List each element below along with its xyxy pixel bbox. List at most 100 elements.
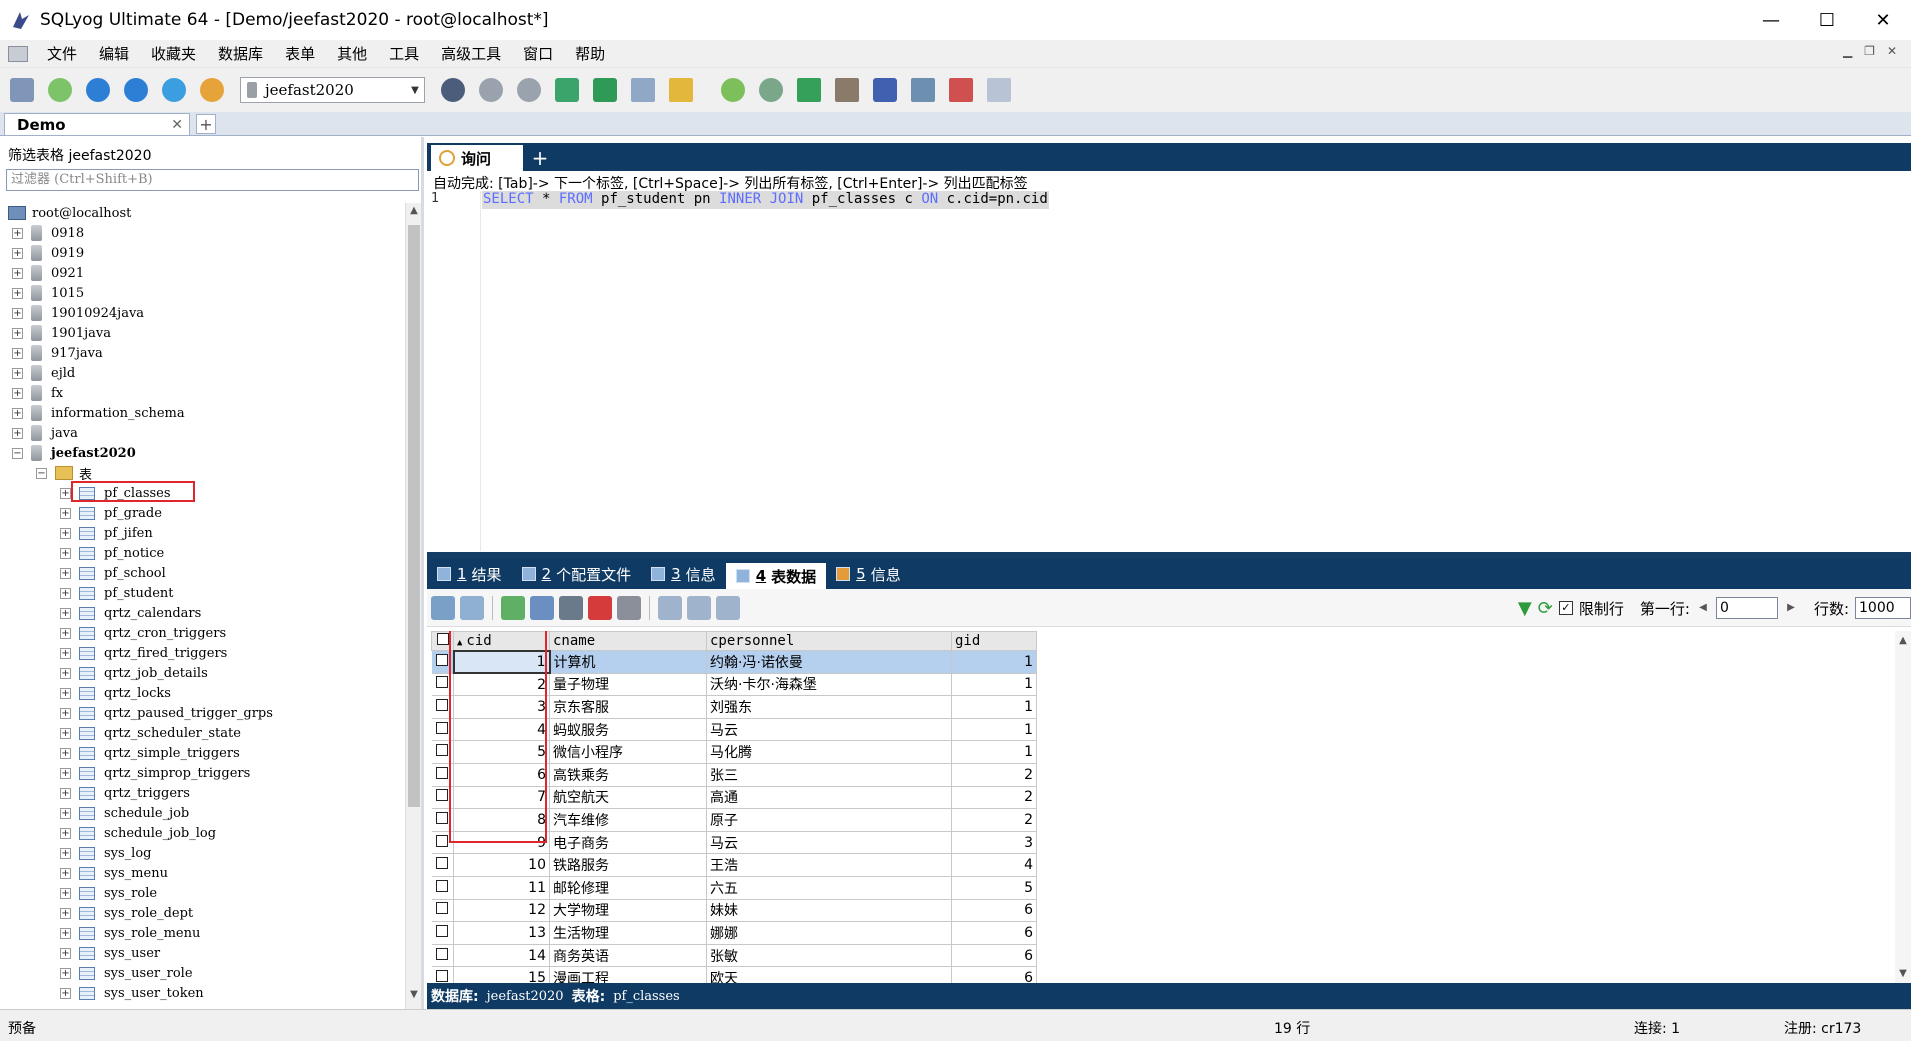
expand-icon[interactable]: + bbox=[12, 247, 23, 259]
menu-database[interactable]: 数据库 bbox=[207, 43, 274, 64]
cell-cname[interactable]: 高铁乘务 bbox=[549, 763, 707, 787]
expand-icon[interactable]: + bbox=[60, 947, 71, 959]
tree-table-item[interactable]: + schedule_job bbox=[60, 803, 189, 823]
row-checkbox[interactable] bbox=[431, 876, 454, 900]
tree-table-item[interactable]: + sys_role bbox=[60, 883, 157, 903]
cell-gid[interactable]: 5 bbox=[951, 876, 1037, 900]
expand-icon[interactable]: + bbox=[60, 867, 71, 879]
menu-table[interactable]: 表单 bbox=[274, 43, 326, 64]
cell-cid[interactable]: 11 bbox=[453, 876, 550, 900]
tree-tables-folder[interactable]: − 表 bbox=[36, 463, 92, 483]
tree-database[interactable]: +0918 bbox=[12, 223, 84, 243]
menu-advanced-tools[interactable]: 高级工具 bbox=[430, 43, 512, 64]
cell-cpersonnel[interactable]: 原子 bbox=[706, 808, 952, 832]
expand-icon[interactable]: + bbox=[60, 807, 71, 819]
schema-sync-icon[interactable] bbox=[793, 74, 825, 106]
filter-input[interactable]: 过滤器 (Ctrl+Shift+B) bbox=[6, 169, 419, 191]
tree-table-item[interactable]: + qrtz_simple_triggers bbox=[60, 743, 240, 763]
forward-icon[interactable] bbox=[120, 74, 152, 106]
cell-gid[interactable]: 6 bbox=[951, 921, 1037, 945]
row-checkbox[interactable] bbox=[431, 944, 454, 968]
table-row[interactable]: 15 漫画工程 欧天 6 bbox=[431, 966, 1037, 983]
expand-icon[interactable]: + bbox=[60, 727, 71, 739]
cell-cname[interactable]: 汽车维修 bbox=[549, 808, 707, 832]
cell-cpersonnel[interactable]: 张三 bbox=[706, 763, 952, 787]
new-connection-icon[interactable] bbox=[44, 74, 76, 106]
backup-icon[interactable] bbox=[551, 74, 583, 106]
import-dropdown-icon[interactable] bbox=[460, 595, 484, 620]
menu-edit[interactable]: 编辑 bbox=[88, 43, 140, 64]
next-page-icon[interactable]: ▶ bbox=[1784, 597, 1798, 619]
tree-table-item[interactable]: + qrtz_triggers bbox=[60, 783, 190, 803]
cell-gid[interactable]: 1 bbox=[951, 695, 1037, 719]
mdi-restore-icon[interactable]: ❐ bbox=[1864, 44, 1875, 58]
menu-other[interactable]: 其他 bbox=[326, 43, 378, 64]
menu-window[interactable]: 窗口 bbox=[512, 43, 564, 64]
scroll-up-icon[interactable]: ▲ bbox=[1895, 635, 1911, 646]
expand-icon[interactable]: + bbox=[12, 427, 23, 439]
cell-cpersonnel[interactable]: 六五 bbox=[706, 876, 952, 900]
tab-demo-connection[interactable]: Demo ✕ bbox=[4, 113, 190, 135]
back-icon[interactable] bbox=[82, 74, 114, 106]
tree-database[interactable]: + ejld bbox=[12, 363, 75, 383]
cell-cpersonnel[interactable]: 约翰·冯·诺依曼 bbox=[706, 650, 952, 674]
expand-icon[interactable]: + bbox=[60, 667, 71, 679]
mdi-close-icon[interactable]: ✕ bbox=[1887, 44, 1897, 58]
grid-mode-icon[interactable] bbox=[658, 595, 682, 620]
cell-cid[interactable]: 14 bbox=[453, 944, 550, 968]
cell-gid[interactable]: 1 bbox=[951, 718, 1037, 742]
expand-icon[interactable]: + bbox=[60, 547, 71, 559]
expand-icon[interactable]: + bbox=[60, 647, 71, 659]
cell-cname[interactable]: 商务英语 bbox=[549, 944, 707, 968]
scroll-down-icon[interactable]: ▼ bbox=[1895, 968, 1911, 979]
expand-icon[interactable]: + bbox=[60, 987, 71, 999]
expand-icon[interactable]: + bbox=[12, 267, 23, 279]
row-checkbox[interactable] bbox=[431, 853, 454, 877]
add-query-tab-button[interactable]: + bbox=[529, 146, 551, 170]
tab-table-data[interactable]: 4 表数据 bbox=[725, 563, 827, 589]
tab-profiles[interactable]: 2 个配置文件 bbox=[512, 561, 642, 587]
tree-table-item[interactable]: + sys_role_dept bbox=[60, 903, 193, 923]
tree-table-item[interactable]: + sys_user_token bbox=[60, 983, 204, 1003]
tree-table-item[interactable]: + qrtz_cron_triggers bbox=[60, 623, 226, 643]
expand-icon[interactable]: + bbox=[12, 347, 23, 359]
tree-database[interactable]: + information_schema bbox=[12, 403, 185, 423]
grid-view-icon[interactable] bbox=[627, 74, 659, 106]
tree-database[interactable]: +1015 bbox=[12, 283, 84, 303]
cell-gid[interactable]: 6 bbox=[951, 944, 1037, 968]
cell-cname[interactable]: 量子物理 bbox=[549, 673, 707, 697]
expand-icon[interactable]: + bbox=[60, 487, 71, 499]
cell-gid[interactable]: 2 bbox=[951, 786, 1037, 810]
tree-database[interactable]: +0919 bbox=[12, 243, 84, 263]
expand-icon[interactable]: + bbox=[60, 787, 71, 799]
tab-result[interactable]: 1 结果 bbox=[427, 561, 512, 587]
cancel-icon[interactable] bbox=[617, 595, 641, 620]
scroll-up-icon[interactable]: ▲ bbox=[406, 205, 422, 223]
tree-root-server[interactable]: root@localhost bbox=[8, 203, 131, 223]
maximize-button[interactable]: ☐ bbox=[1799, 0, 1855, 40]
cell-cname[interactable]: 大学物理 bbox=[549, 899, 707, 923]
cell-cpersonnel[interactable]: 张敏 bbox=[706, 944, 952, 968]
cell-cpersonnel[interactable]: 高通 bbox=[706, 786, 952, 810]
expand-icon[interactable]: + bbox=[60, 747, 71, 759]
mdi-minimize-icon[interactable]: ▁ bbox=[1843, 44, 1852, 58]
expand-icon[interactable]: + bbox=[12, 227, 23, 239]
tree-table-item[interactable]: + pf_student bbox=[60, 583, 174, 603]
table-row[interactable]: 10 铁路服务 王浩 4 bbox=[431, 853, 1037, 877]
tree-table-item[interactable]: + pf_grade bbox=[60, 503, 162, 523]
minimize-button[interactable]: — bbox=[1743, 0, 1799, 40]
row-checkbox[interactable] bbox=[431, 921, 454, 945]
cell-cname[interactable]: 漫画工程 bbox=[549, 966, 707, 983]
data-sync-icon[interactable] bbox=[755, 74, 787, 106]
cell-cpersonnel[interactable]: 娜娜 bbox=[706, 921, 952, 945]
tree-database[interactable]: +917java bbox=[12, 343, 103, 363]
notification-icon[interactable] bbox=[907, 74, 939, 106]
row-checkbox[interactable] bbox=[431, 966, 454, 983]
cell-cname[interactable]: 生活物理 bbox=[549, 921, 707, 945]
tab-info-2[interactable]: 5 信息 bbox=[826, 561, 911, 587]
cell-cid[interactable]: 10 bbox=[453, 853, 550, 877]
cell-cpersonnel[interactable]: 欧天 bbox=[706, 966, 952, 983]
cell-gid[interactable]: 6 bbox=[951, 966, 1037, 983]
tree-database[interactable]: + fx bbox=[12, 383, 63, 403]
expand-icon[interactable]: + bbox=[60, 907, 71, 919]
